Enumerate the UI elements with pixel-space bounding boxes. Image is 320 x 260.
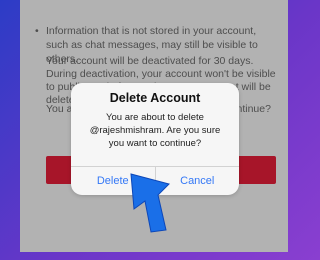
- pointer-arrow-icon: [130, 173, 170, 233]
